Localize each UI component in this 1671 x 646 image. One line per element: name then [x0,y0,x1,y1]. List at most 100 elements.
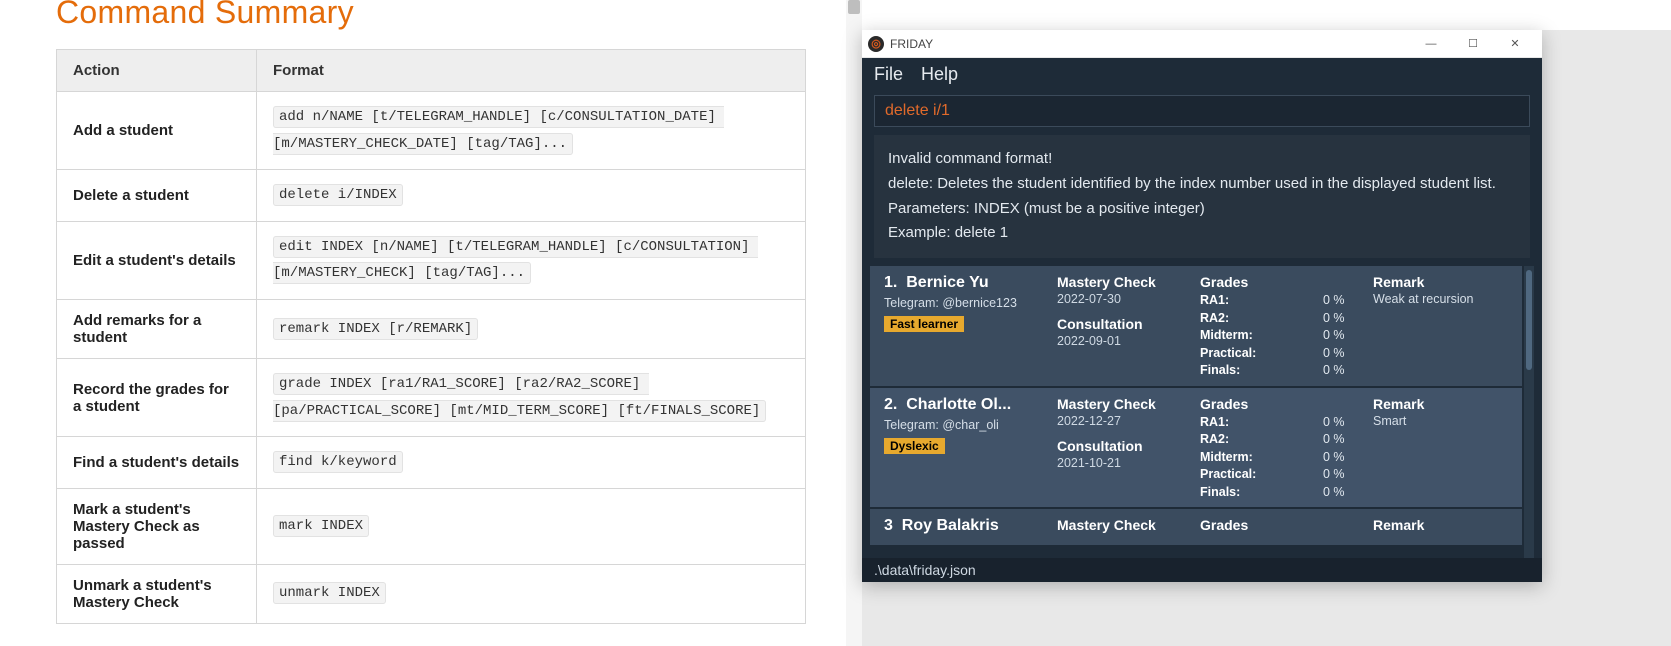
command-input[interactable] [885,102,1519,120]
gutter [862,0,1671,30]
grade-value: 0 % [1323,431,1355,449]
close-button[interactable]: ✕ [1494,30,1536,58]
result-line: Parameters: INDEX (must be a positive in… [888,197,1516,222]
list-scrollbar[interactable] [1524,266,1534,558]
grades-header: Grades [1200,274,1355,290]
format-code: add n/NAME [t/TELEGRAM_HANDLE] [c/CONSUL… [273,106,724,155]
list-scrollbar-thumb[interactable] [1526,270,1532,370]
maximize-button[interactable]: ☐ [1452,30,1494,58]
menu-file[interactable]: File [874,64,903,85]
result-line: Example: delete 1 [888,221,1516,246]
student-tag: Dyslexic [884,438,945,454]
grade-label: RA2: [1200,431,1229,449]
student-card[interactable]: 3 Roy Balakris Mastery Check Grades Remark [870,509,1522,545]
doc-scrollbar[interactable] [846,0,862,646]
mastery-header: Mastery Check [1057,517,1182,533]
mastery-date: 2022-12-27 [1057,414,1182,428]
format-cell: edit INDEX [n/NAME] [t/TELEGRAM_HANDLE] … [257,221,806,299]
grade-label: RA1: [1200,292,1229,310]
doc-scrollbar-thumb[interactable] [848,0,860,14]
format-cell: mark INDEX [257,488,806,564]
remark-header: Remark [1373,517,1508,533]
menu-help[interactable]: Help [921,64,958,85]
student-telegram: Telegram: @char_oli [884,418,1039,432]
consult-header: Consultation [1057,316,1182,332]
student-telegram: Telegram: @bernice123 [884,296,1039,310]
table-row: Add remarks for a student remark INDEX [r… [57,299,806,358]
action-cell: Find a student's details [57,437,257,489]
table-row: Delete a student delete i/INDEX [57,170,806,222]
remark-header: Remark [1373,274,1508,290]
grade-label: Practical: [1200,466,1256,484]
grade-label: Finals: [1200,362,1240,380]
result-display: Invalid command format!delete: Deletes t… [874,135,1530,258]
format-code: delete i/INDEX [273,184,403,206]
remark-value: Smart [1373,414,1508,428]
consult-date: 2021-10-21 [1057,456,1182,470]
grade-label: Practical: [1200,345,1256,363]
action-cell: Record the grades for a student [57,358,257,436]
format-cell: unmark INDEX [257,564,806,623]
action-cell: Add a student [57,92,257,170]
table-row: Add a student add n/NAME [t/TELEGRAM_HAND… [57,92,806,170]
document-pane: Command Summary Action Format Add a stud… [0,0,862,646]
remark-header: Remark [1373,396,1508,412]
student-card[interactable]: 1. Bernice Yu Telegram: @bernice123 Fast l… [870,266,1522,386]
result-line: delete: Deletes the student identified b… [888,172,1516,197]
grade-label: Midterm: [1200,449,1253,467]
statusbar: .\data\friday.json [862,558,1542,582]
format-code: grade INDEX [ra1/RA1_SCORE] [ra2/RA2_SCO… [273,373,766,422]
grade-value: 0 % [1323,414,1355,432]
grade-value: 0 % [1323,345,1355,363]
grades-header: Grades [1200,517,1355,533]
grade-label: Finals: [1200,484,1240,502]
command-input-wrap [874,95,1530,127]
format-code: find k/keyword [273,451,403,473]
format-code: unmark INDEX [273,582,386,604]
grades-header: Grades [1200,396,1355,412]
mastery-date: 2022-07-30 [1057,292,1182,306]
menubar: File Help [862,58,1542,91]
format-code: mark INDEX [273,515,369,537]
table-row: Unmark a student's Mastery Check unmark I… [57,564,806,623]
format-cell: find k/keyword [257,437,806,489]
col-action: Action [57,50,257,92]
format-cell: grade INDEX [ra1/RA1_SCORE] [ra2/RA2_SCO… [257,358,806,436]
remark-value: Weak at recursion [1373,292,1508,306]
student-card[interactable]: 2. Charlotte Ol... Telegram: @char_oli Dys… [870,388,1522,508]
command-summary-table: Action Format Add a student add n/NAME [t… [56,49,806,624]
student-name: 2. Charlotte Ol... [884,396,1039,414]
grade-label: RA2: [1200,310,1229,328]
mastery-header: Mastery Check [1057,274,1182,290]
grade-label: Midterm: [1200,327,1253,345]
doc-heading: Command Summary [56,0,806,31]
table-row: Mark a student's Mastery Check as passed… [57,488,806,564]
action-cell: Unmark a student's Mastery Check [57,564,257,623]
student-tag: Fast learner [884,316,964,332]
format-cell: add n/NAME [t/TELEGRAM_HANDLE] [c/CONSUL… [257,92,806,170]
student-name: 1. Bernice Yu [884,274,1039,292]
action-cell: Edit a student's details [57,221,257,299]
titlebar[interactable]: ◎ FRIDAY — ☐ ✕ [862,30,1542,58]
grade-value: 0 % [1323,292,1355,310]
grade-label: RA1: [1200,414,1229,432]
student-list: 1. Bernice Yu Telegram: @bernice123 Fast l… [870,266,1534,558]
format-code: remark INDEX [r/REMARK] [273,318,478,340]
minimize-button[interactable]: — [1410,30,1452,58]
consult-date: 2022-09-01 [1057,334,1182,348]
table-row: Find a student's details find k/keyword [57,437,806,489]
student-name: 3 Roy Balakris [884,517,1039,535]
app-icon: ◎ [868,36,884,52]
format-cell: remark INDEX [r/REMARK] [257,299,806,358]
grade-value: 0 % [1323,327,1355,345]
result-line: Invalid command format! [888,147,1516,172]
action-cell: Delete a student [57,170,257,222]
consult-header: Consultation [1057,438,1182,454]
mastery-header: Mastery Check [1057,396,1182,412]
grade-value: 0 % [1323,466,1355,484]
table-row: Record the grades for a student grade IND… [57,358,806,436]
action-cell: Mark a student's Mastery Check as passed [57,488,257,564]
action-cell: Add remarks for a student [57,299,257,358]
grade-value: 0 % [1323,362,1355,380]
col-format: Format [257,50,806,92]
